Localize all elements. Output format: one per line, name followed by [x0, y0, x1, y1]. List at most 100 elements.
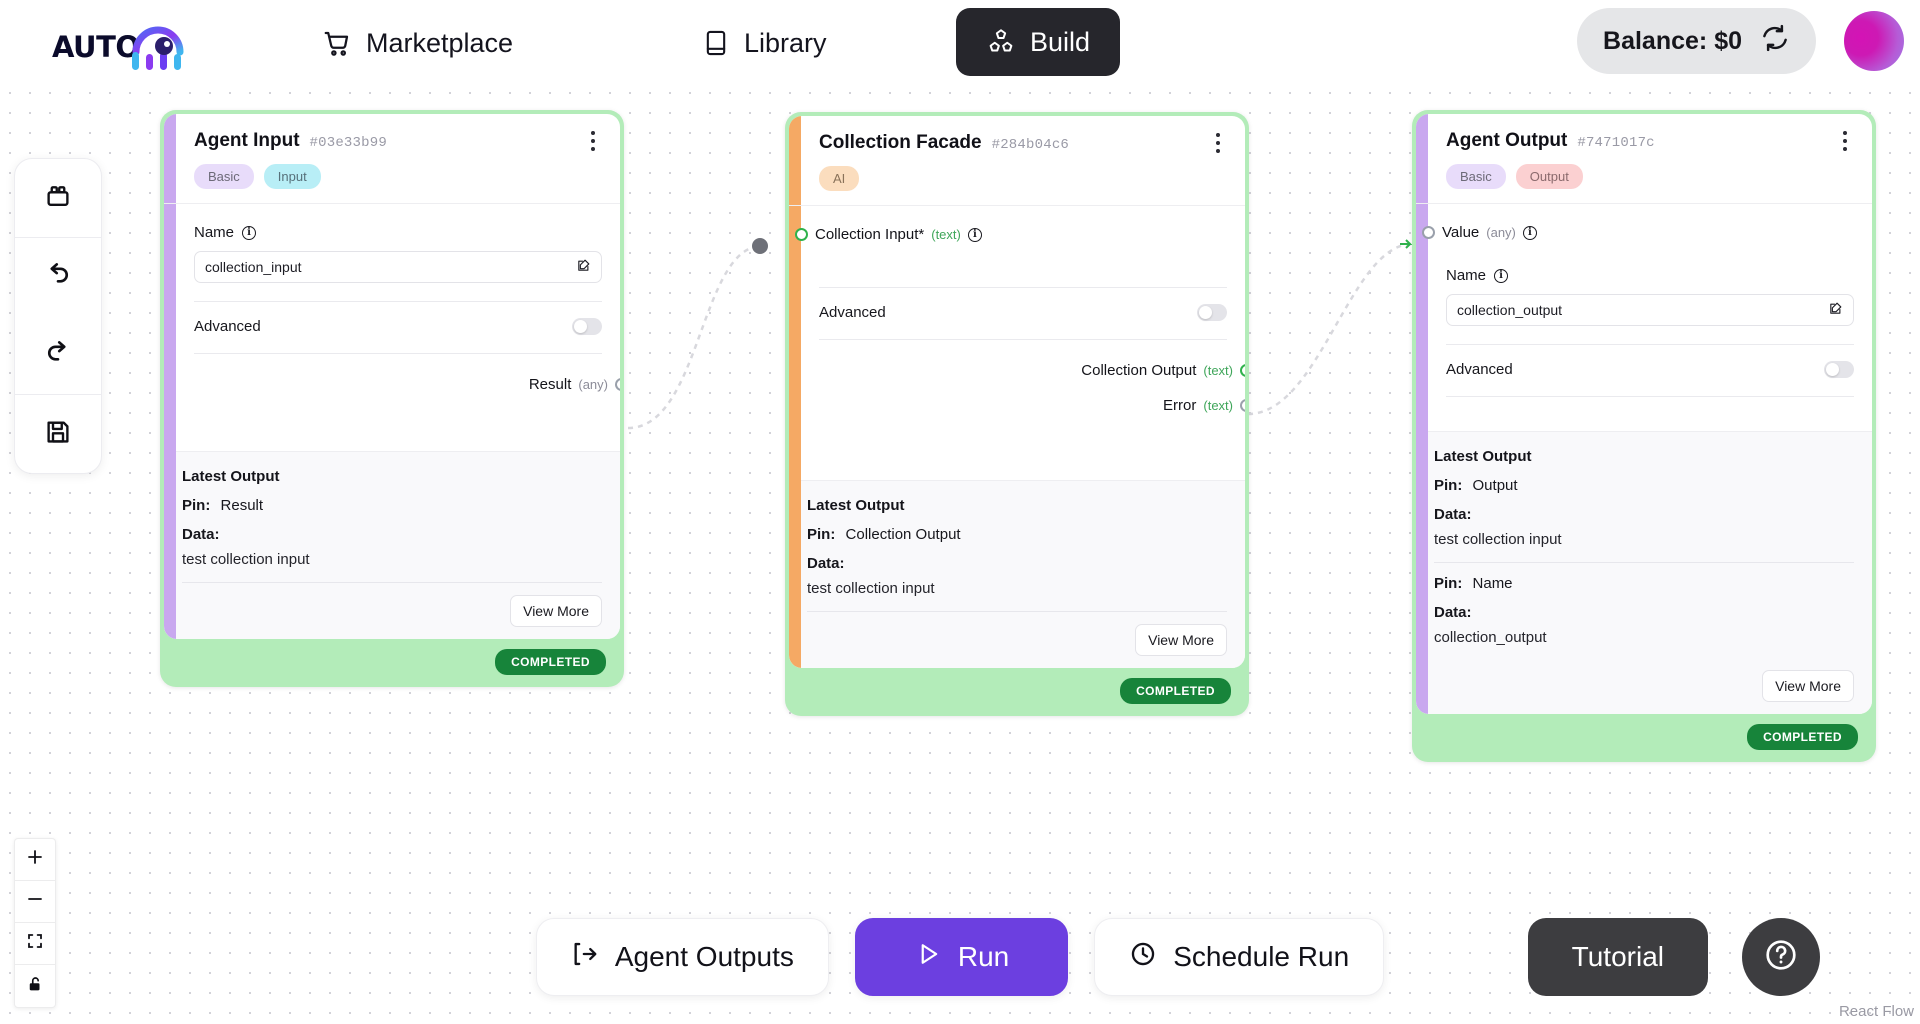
help-button[interactable]: [1742, 918, 1820, 996]
info-icon[interactable]: i: [1522, 225, 1537, 240]
react-flow-attribution[interactable]: React Flow: [1839, 1003, 1914, 1020]
rail-undo-button[interactable]: [15, 238, 101, 316]
node-header: Collection Facade #284b04c6 AI: [789, 116, 1245, 206]
output-handle[interactable]: [1240, 364, 1245, 377]
latest-data-row-2: Data:: [1434, 604, 1854, 621]
rail-redo-button[interactable]: [15, 316, 101, 394]
nav-build-label: Build: [1030, 26, 1091, 57]
autogpt-mark-icon: [132, 26, 184, 70]
nav-build[interactable]: Build: [956, 8, 1121, 76]
pin-key: Pin:: [182, 497, 211, 514]
view-more-button[interactable]: View More: [1762, 670, 1854, 702]
book-icon: [702, 28, 730, 58]
rail-save-button[interactable]: [15, 395, 101, 473]
input-handle[interactable]: [1422, 226, 1435, 239]
pin-value: Result: [220, 497, 264, 514]
badge-output: Output: [1515, 164, 1583, 189]
name-input-value: collection_output: [1457, 302, 1563, 318]
node-header: Agent Output #7471017c Basic Output: [1416, 114, 1872, 204]
plus-icon: [26, 848, 44, 871]
top-navigation-bar: AUTO Marketplace Library Build Balance: …: [0, 0, 1920, 86]
zoom-out-button[interactable]: [15, 881, 55, 923]
data-key: Data:: [807, 555, 845, 572]
output-pin-type: (text): [1203, 363, 1233, 378]
node-badges: Basic Output: [1446, 164, 1854, 189]
latest-output-panel: Latest Output Pin: Result Data: test col…: [164, 451, 620, 639]
node-agent-output[interactable]: Agent Output #7471017c Basic Output Valu…: [1412, 110, 1876, 762]
advanced-row: Advanced: [1446, 361, 1854, 378]
node-menu-button[interactable]: [582, 128, 604, 154]
input-pin-collection-input[interactable]: Collection Input* (text) i: [795, 226, 1227, 243]
view-more-button[interactable]: View More: [1135, 624, 1227, 656]
node-menu-button[interactable]: [1207, 130, 1229, 156]
badge-ai: AI: [819, 166, 860, 191]
output-pin-error[interactable]: Error (text): [819, 397, 1245, 414]
advanced-label: Advanced: [1446, 361, 1513, 378]
output-pin-type: (text): [1203, 398, 1233, 413]
edit-icon[interactable]: [1828, 301, 1843, 319]
info-icon[interactable]: i: [967, 227, 982, 242]
node-agent-input[interactable]: Agent Input #03e33b99 Basic Input Name i…: [160, 110, 624, 687]
avatar[interactable]: [1844, 11, 1904, 71]
nav-library[interactable]: Library: [680, 12, 849, 74]
name-input[interactable]: collection_output: [1446, 294, 1854, 326]
data-value-2: collection_output: [1434, 629, 1547, 646]
input-pin-label: Value: [1442, 224, 1480, 241]
divider: [819, 287, 1227, 288]
node-title: Agent Output: [1446, 130, 1568, 151]
output-pin-result[interactable]: Result (any): [194, 376, 620, 393]
node-menu-button[interactable]: [1834, 128, 1856, 154]
edit-icon[interactable]: [576, 258, 591, 276]
advanced-toggle[interactable]: [572, 318, 602, 335]
info-icon[interactable]: i: [242, 225, 257, 240]
pin-value: Collection Output: [845, 526, 961, 543]
status-badge: COMPLETED: [1120, 678, 1231, 704]
run-button[interactable]: Run: [854, 918, 1069, 996]
agent-outputs-button[interactable]: Agent Outputs: [535, 918, 829, 996]
info-icon[interactable]: i: [1494, 268, 1509, 283]
rail-blocks-button[interactable]: [15, 159, 101, 237]
input-handle[interactable]: [795, 228, 808, 241]
latest-data-row: Data:: [1434, 506, 1854, 523]
app-logo[interactable]: AUTO: [52, 8, 202, 74]
latest-output-panel: Latest Output Pin: Collection Output Dat…: [789, 480, 1245, 668]
input-pin-type: (any): [1486, 225, 1516, 240]
output-handle[interactable]: [615, 378, 620, 391]
advanced-toggle[interactable]: [1824, 361, 1854, 378]
divider-2: [194, 353, 602, 354]
schedule-run-button[interactable]: Schedule Run: [1094, 918, 1385, 996]
nav-marketplace-label: Marketplace: [366, 27, 514, 58]
output-handle[interactable]: [1240, 399, 1245, 412]
advanced-row: Advanced: [194, 318, 602, 335]
tutorial-button[interactable]: Tutorial: [1527, 918, 1708, 996]
data-key: Data:: [1434, 506, 1472, 523]
play-icon: [914, 940, 942, 975]
latest-output-heading: Latest Output: [807, 497, 905, 514]
refresh-icon[interactable]: [1760, 23, 1790, 60]
output-pin-collection-output[interactable]: Collection Output (text): [819, 362, 1245, 379]
divider: [1446, 344, 1854, 345]
balance-button[interactable]: Balance: $0: [1577, 8, 1816, 74]
node-shell: Agent Output #7471017c Basic Output Valu…: [1412, 110, 1876, 762]
view-more-button[interactable]: View More: [510, 595, 602, 627]
badge-basic: Basic: [194, 164, 254, 189]
advanced-toggle[interactable]: [1197, 304, 1227, 321]
name-input[interactable]: collection_input: [194, 251, 602, 283]
field-label-name: Name i: [1446, 267, 1854, 284]
node-title: Agent Input: [194, 130, 300, 151]
editor-tool-rail: [14, 158, 102, 474]
nav-marketplace[interactable]: Marketplace: [300, 12, 535, 74]
badge-input: Input: [263, 164, 321, 189]
input-pin-value[interactable]: Value (any) i: [1422, 224, 1854, 241]
latest-divider: [1434, 562, 1854, 563]
node-collection-facade[interactable]: Collection Facade #284b04c6 AI Collectio…: [785, 112, 1249, 716]
pin-value: Output: [1472, 477, 1518, 494]
zoom-in-button[interactable]: [15, 839, 55, 881]
pin-key: Pin:: [1434, 477, 1463, 494]
pin-key: Pin:: [1434, 575, 1463, 592]
latest-pin-row-2: Pin: Name: [1434, 575, 1854, 592]
latest-divider: [182, 582, 602, 583]
advanced-row: Advanced: [819, 304, 1227, 321]
node-shell: Agent Input #03e33b99 Basic Input Name i…: [160, 110, 624, 687]
advanced-label: Advanced: [819, 304, 886, 321]
